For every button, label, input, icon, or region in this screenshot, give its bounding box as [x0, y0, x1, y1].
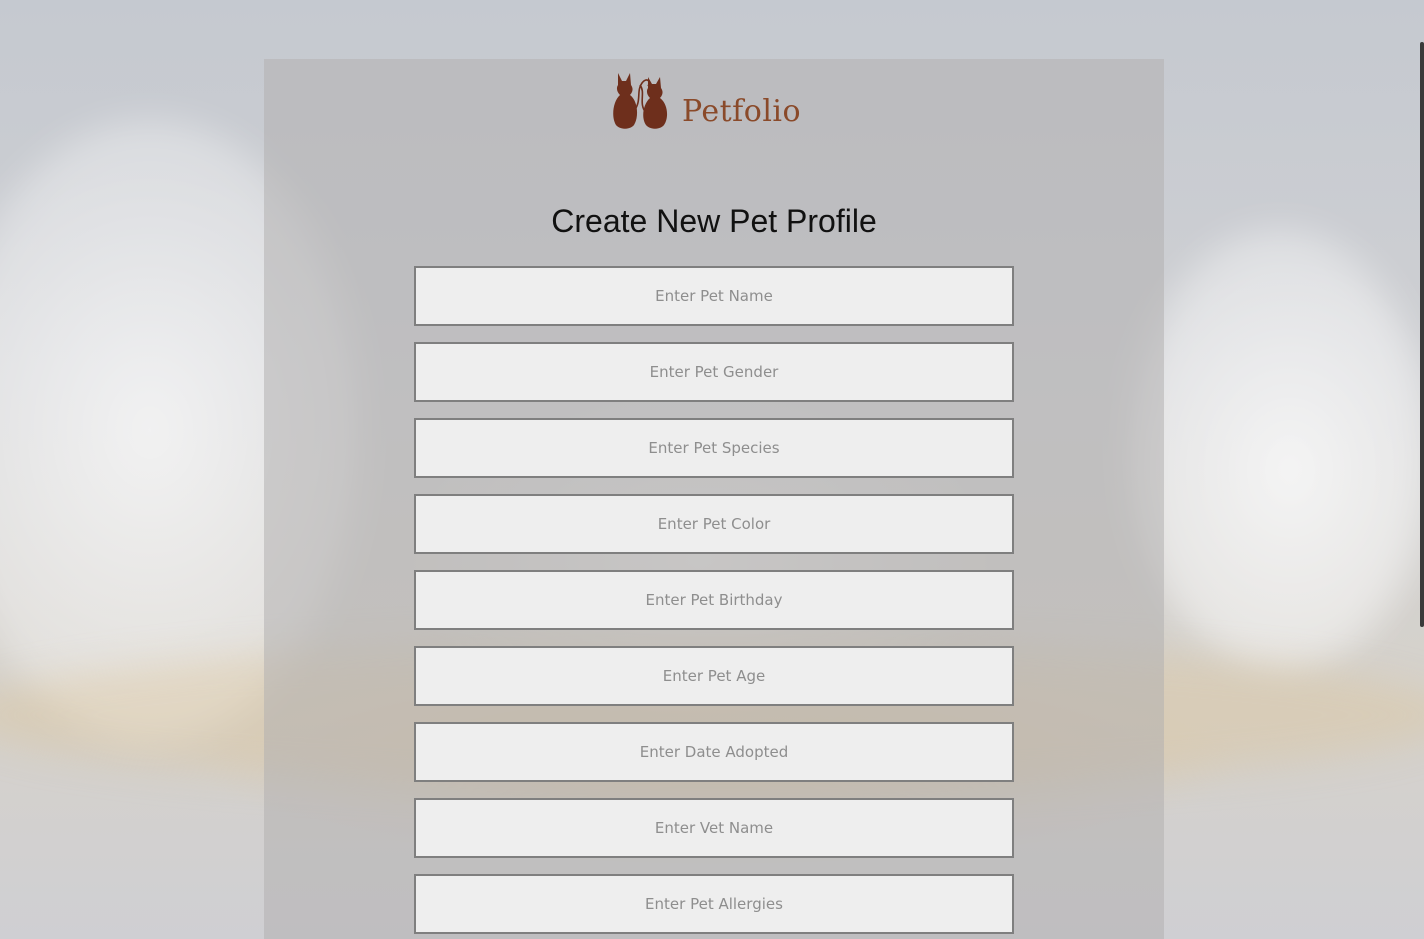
brand-logo[interactable]: Petfolio — [612, 69, 822, 131]
brand-name: Petfolio — [682, 94, 802, 129]
pet-color-input[interactable] — [414, 494, 1014, 554]
pet-gender-input[interactable] — [414, 342, 1014, 402]
pet-allergies-input[interactable] — [414, 874, 1014, 934]
pet-species-input[interactable] — [414, 418, 1014, 478]
form-panel: Petfolio Create New Pet Profile — [264, 59, 1164, 939]
vet-name-input[interactable] — [414, 798, 1014, 858]
pet-name-input[interactable] — [414, 266, 1014, 326]
pet-profile-form — [414, 266, 1014, 939]
page-title: Create New Pet Profile — [551, 203, 877, 239]
two-cats-logo-icon — [613, 73, 668, 129]
pet-age-input[interactable] — [414, 646, 1014, 706]
pet-birthday-input[interactable] — [414, 570, 1014, 630]
date-adopted-input[interactable] — [414, 722, 1014, 782]
scrollbar-thumb[interactable] — [1420, 42, 1424, 627]
